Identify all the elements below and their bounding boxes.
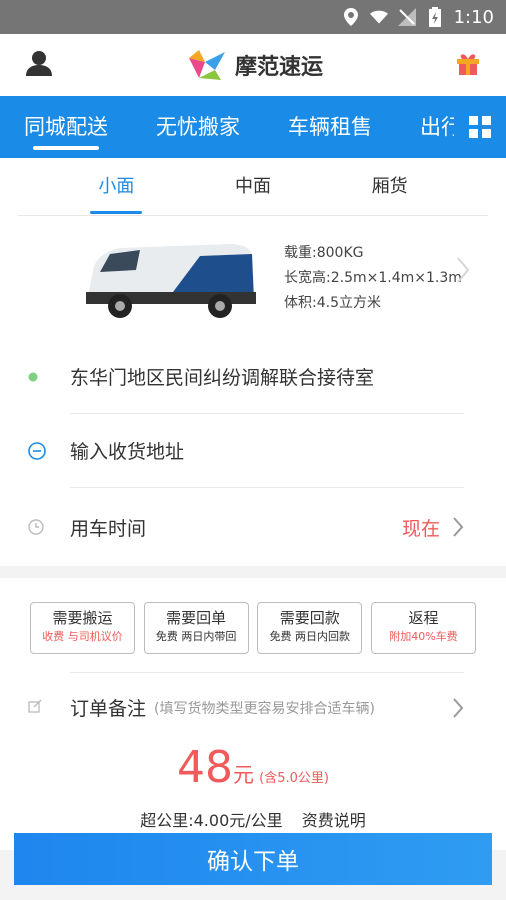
tab-small-van[interactable]: 小面: [90, 158, 143, 216]
status-time: 1:10: [453, 6, 494, 28]
tab-vehicle-rental[interactable]: 车辆租售: [264, 96, 396, 158]
chevron-right-icon: [456, 256, 470, 288]
clock-icon: [28, 488, 44, 566]
vehicle-time-label: 用车时间: [70, 517, 147, 540]
price-included-distance: (含5.0公里): [259, 771, 329, 786]
more-categories-icon[interactable]: [454, 96, 506, 158]
price-unit: 元: [233, 763, 255, 787]
app-name: 摩范速运: [234, 55, 323, 80]
price-block: 48元 (含5.0公里): [0, 742, 506, 805]
app-logo: 摩范速运: [185, 48, 323, 82]
fee-description-link[interactable]: 资费说明: [302, 811, 366, 830]
tab-medium-van[interactable]: 中面: [235, 158, 271, 216]
vehicle-dimensions: 长宽高:2.5m×1.4m×1.3m: [284, 269, 462, 286]
pickup-address-row[interactable]: 东华门地区民间纠纷调解联合接待室: [28, 340, 464, 414]
pickup-dot-icon: [28, 340, 38, 413]
dropoff-address-input[interactable]: 输入收货地址: [70, 437, 184, 464]
vehicle-load: 载重:800KG: [284, 244, 364, 261]
vehicle-volume: 体积:4.5立方米: [284, 294, 381, 311]
van-image: [86, 244, 256, 318]
chevron-right-icon: [453, 517, 464, 537]
service-need-carry[interactable]: 需要搬运 收费 与司机议价: [30, 602, 135, 654]
category-tabs: 同城配送 无忧搬家 车辆租售 出行: [0, 96, 506, 158]
app-header: 摩范速运: [0, 34, 506, 96]
remark-hint: (填写货物类型更容易安排合适车辆): [154, 700, 375, 717]
battery-icon: [426, 7, 444, 27]
remark-section: 订单备注 (填写货物类型更容易安排合适车辆) 48元 (含5.0公里) 超公里:…: [0, 672, 506, 850]
service-return-trip[interactable]: 返程 附加40%车费: [370, 602, 476, 654]
tab-same-city[interactable]: 同城配送: [0, 96, 132, 158]
gift-icon[interactable]: [456, 51, 480, 79]
pickup-address: 东华门地区民间纠纷调解联合接待室: [70, 367, 375, 389]
chevron-right-icon: [453, 697, 464, 718]
tab-moving[interactable]: 无忧搬家: [132, 96, 264, 158]
vehicle-size-tabs: 小面 中面 厢货: [18, 158, 488, 216]
order-panel: 小面 中面 厢货 载重:800KG 长宽高:2.5m×1.4m×1.3m 体积:…: [0, 158, 506, 566]
tab-box-truck[interactable]: 厢货: [372, 158, 408, 216]
service-need-payment[interactable]: 需要回款 免费 两日内回款: [257, 602, 363, 654]
vehicle-card[interactable]: 载重:800KG 长宽高:2.5m×1.4m×1.3m 体积:4.5立方米: [0, 216, 506, 340]
wifi-icon: [369, 8, 388, 26]
vehicle-specs: 载重:800KG 长宽高:2.5m×1.4m×1.3m 体积:4.5立方米: [284, 241, 462, 316]
location-icon: [342, 8, 360, 26]
status-bar: 1:10: [0, 0, 506, 34]
no-signal-icon: [397, 8, 416, 26]
logo-mark-icon: [188, 50, 225, 80]
price-extra-distance: 超公里:4.00元/公里: [140, 811, 283, 830]
extra-services: 需要搬运 收费 与司机议价 需要回单 免费 两日内带回 需要回款 免费 两日内回…: [0, 578, 506, 672]
section-gap: [0, 566, 506, 578]
vehicle-time-value: 现在: [401, 517, 440, 540]
order-remark-row[interactable]: 订单备注 (填写货物类型更容易安排合适车辆): [28, 672, 464, 742]
price-amount: 48: [177, 742, 234, 793]
edit-icon: [28, 698, 42, 717]
user-icon[interactable]: [26, 50, 52, 80]
vehicle-time-row[interactable]: 用车时间 现在: [28, 488, 464, 566]
remark-label: 订单备注: [70, 698, 147, 720]
service-need-receipt[interactable]: 需要回单 免费 两日内带回: [143, 602, 249, 654]
add-circle-icon: [28, 414, 46, 487]
confirm-order-button[interactable]: 确认下单: [14, 833, 492, 885]
dropoff-address-row[interactable]: 输入收货地址: [28, 414, 464, 488]
